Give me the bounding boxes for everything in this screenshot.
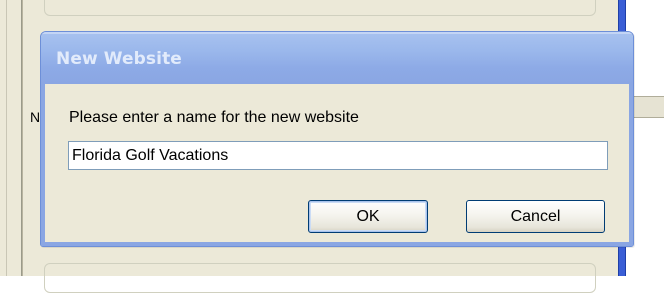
website-name-prompt: Please enter a name for the new website xyxy=(69,109,359,126)
background-groupbox-bottom xyxy=(44,263,596,293)
dialog-frame-bottom xyxy=(41,242,633,246)
cancel-button[interactable]: Cancel xyxy=(466,200,605,233)
website-name-input[interactable] xyxy=(68,141,608,170)
background-left-panel xyxy=(0,0,22,276)
dialog-titlebar[interactable]: New Website xyxy=(41,32,633,84)
background-groupbox-top xyxy=(44,0,596,16)
dialog-title: New Website xyxy=(56,49,182,69)
new-website-dialog: New Website Please enter a name for the … xyxy=(40,31,634,247)
dialog-frame-right xyxy=(629,84,633,246)
background-label-fragment: N xyxy=(30,109,41,125)
ok-button[interactable]: OK xyxy=(308,200,428,233)
